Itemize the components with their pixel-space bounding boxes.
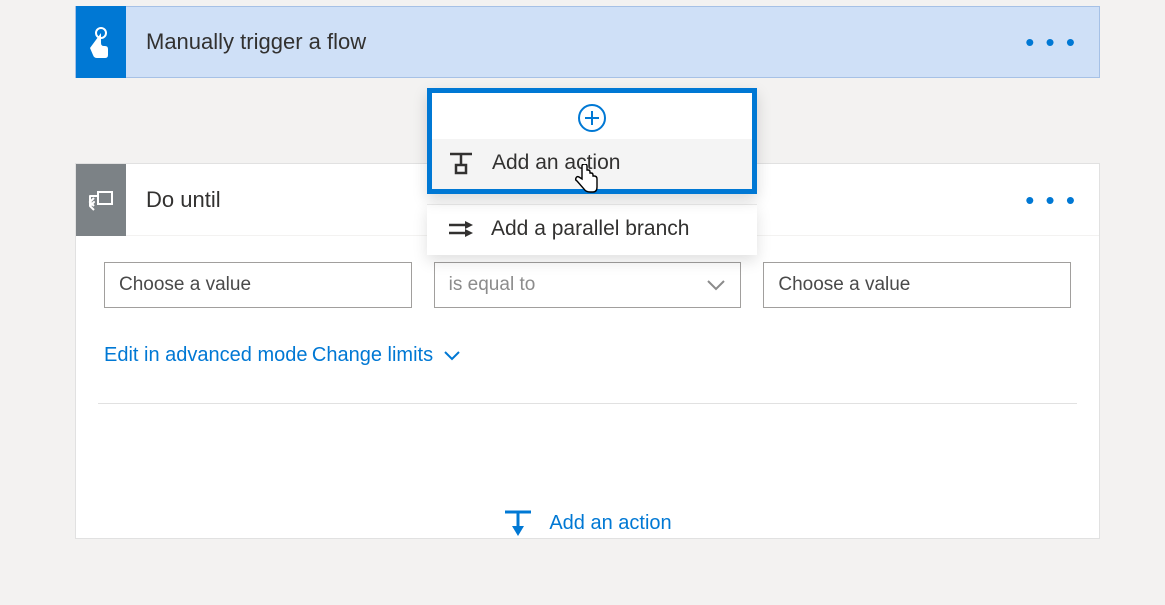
popup-add-parallel-branch[interactable]: Add a parallel branch <box>427 204 757 255</box>
add-action-icon <box>503 508 533 538</box>
insert-step-plus[interactable] <box>432 93 752 139</box>
do-until-menu-button[interactable]: • • • <box>1025 187 1099 213</box>
change-limits-label: Change limits <box>312 344 433 367</box>
popup-add-action[interactable]: Add an action <box>432 139 752 189</box>
operator-label: is equal to <box>449 274 536 296</box>
inner-add-action-button[interactable]: Add an action <box>104 404 1071 538</box>
do-until-icon <box>88 189 114 211</box>
trigger-menu-button[interactable]: • • • <box>1025 29 1099 55</box>
condition-right-input[interactable] <box>763 262 1071 308</box>
do-until-icon-box <box>76 164 126 236</box>
chevron-down-icon <box>706 279 726 291</box>
trigger-icon-box <box>76 6 126 78</box>
popup-parallel-branch-label: Add a parallel branch <box>491 217 689 241</box>
change-limits-toggle[interactable]: Change limits <box>312 344 461 367</box>
touch-icon <box>87 25 115 59</box>
chevron-down-icon <box>443 350 461 361</box>
inner-add-action-label: Add an action <box>549 512 671 535</box>
plus-circle-icon <box>577 103 607 133</box>
insert-step-popup: Add an action <box>427 88 757 194</box>
popup-add-action-label: Add an action <box>492 151 620 175</box>
condition-row: is equal to <box>104 262 1071 308</box>
add-action-icon <box>448 151 474 175</box>
edit-advanced-link[interactable]: Edit in advanced mode <box>104 344 307 367</box>
condition-operator-select[interactable]: is equal to <box>434 262 742 308</box>
trigger-card[interactable]: Manually trigger a flow • • • <box>75 6 1100 78</box>
condition-left-input[interactable] <box>104 262 412 308</box>
parallel-branch-icon <box>447 219 473 239</box>
trigger-title: Manually trigger a flow <box>126 29 1025 55</box>
